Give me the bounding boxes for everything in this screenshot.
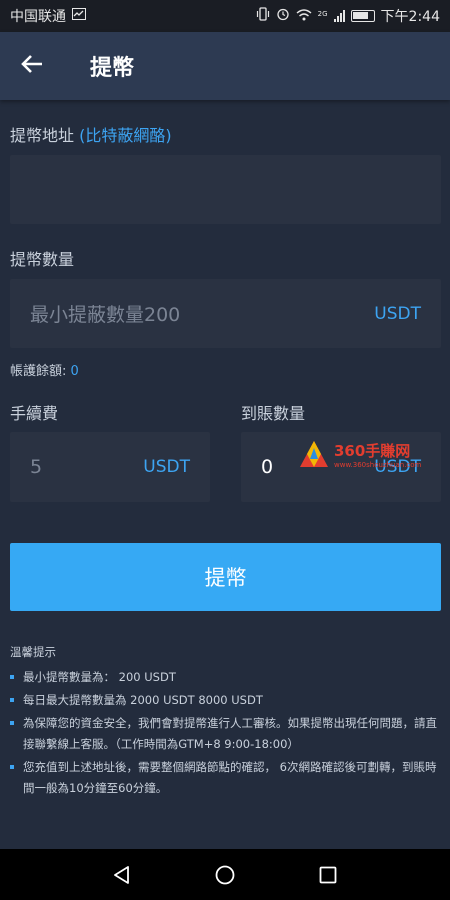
tip-item: 每日最大提幣數量為 2000 USDT 8000 USDT (10, 690, 442, 711)
vibrate-icon (256, 7, 270, 25)
watermark-url: www.360shouzhuan.com (334, 460, 422, 469)
system-nav-bar (0, 849, 450, 900)
tip-item: 最小提幣數量為： 200 USDT (10, 667, 442, 688)
tip-item: 為保障您的資金安全，我們會對提幣進行人工審核。如果提幣出現任何問題，請直接聯繫線… (10, 713, 442, 755)
withdraw-submit-button[interactable]: 提幣 (10, 543, 441, 611)
nav-home-button[interactable] (205, 855, 245, 895)
signal-icon (333, 10, 345, 22)
network-hint: (比特蔽網酪) (79, 126, 172, 145)
app-header: 提幣 (0, 32, 450, 100)
fee-value: 5 (30, 456, 43, 478)
fee-label: 手續費 (10, 404, 59, 423)
status-left: 中国联通 (10, 6, 86, 26)
amount-label: 提幣數量 (10, 250, 75, 269)
network-type-badge: 2G (317, 10, 328, 18)
page-title: 提幣 (90, 56, 135, 81)
nav-back-icon (113, 865, 129, 884)
status-bar: 中国联通 2G 下午2:44 (0, 0, 450, 32)
clock-time: 下午2:44 (380, 9, 440, 25)
watermark-triangle-icon (300, 441, 328, 467)
wifi-icon (296, 8, 312, 25)
amount-placeholder: 最小提蔽數量200 (30, 304, 181, 326)
balance-row: 帳護餘額: 0 (10, 360, 79, 379)
received-value: 0 (261, 456, 274, 478)
fee-unit: USDT (143, 457, 190, 477)
back-arrow-icon (20, 54, 44, 78)
balance-value: 0 (70, 364, 79, 379)
amount-input[interactable]: 最小提蔽數量200 USDT (10, 279, 441, 348)
activity-icon (72, 8, 86, 24)
address-label: 提幣地址 (比特蔽網酪) (10, 122, 172, 146)
nav-back-button[interactable] (102, 855, 142, 895)
fee-field: 5 USDT (10, 432, 210, 502)
tip-item: 您充值到上述地址後，需要整個網路節點的確認， 6次網路確認後可劃轉，到賬時間一般… (10, 757, 442, 799)
nav-home-icon (215, 865, 235, 884)
amount-unit: USDT (374, 303, 421, 324)
alarm-icon (276, 7, 290, 25)
nav-recents-icon (319, 866, 337, 883)
balance-label: 帳護餘額: (10, 364, 67, 379)
nav-recents-button[interactable] (308, 855, 348, 895)
watermark-logo: 360手賺网 www.360shouzhuan.com (298, 434, 448, 474)
status-right: 2G 下午2:44 (256, 6, 440, 26)
carrier-name: 中国联通 (10, 9, 66, 25)
battery-icon (350, 10, 375, 22)
watermark-text: 360手賺网 (334, 441, 411, 460)
address-input[interactable] (10, 155, 441, 224)
back-button[interactable] (0, 32, 64, 100)
tips-title: 溫馨提示 (10, 645, 56, 659)
tips-section: 溫馨提示 最小提幣數量為： 200 USDT 每日最大提幣數量為 2000 US… (10, 644, 442, 801)
received-label: 到賬數量 (241, 404, 306, 423)
address-label-text: 提幣地址 (10, 126, 75, 145)
